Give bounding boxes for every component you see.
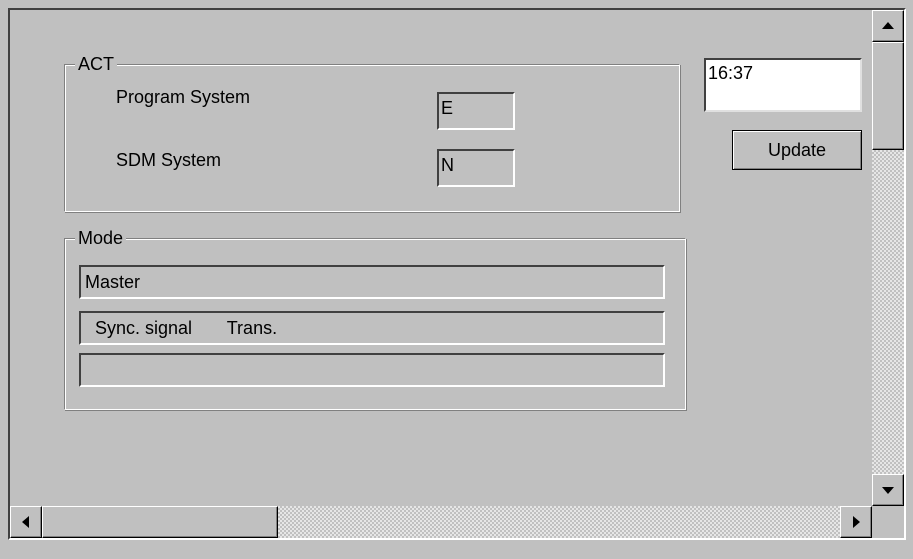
vertical-scrollbar[interactable] (872, 10, 904, 506)
arrow-right-icon (853, 516, 860, 528)
mode-group-legend: Mode (75, 227, 127, 249)
scrollbar-corner (872, 506, 904, 538)
program-system-value: E (437, 92, 515, 130)
mode-groupbox: Mode Master Sync. signal Trans. (64, 227, 686, 410)
scroll-down-button[interactable] (872, 474, 904, 506)
scroll-right-button[interactable] (840, 506, 872, 538)
program-system-label: Program System (116, 87, 251, 107)
scroll-up-button[interactable] (872, 10, 904, 42)
mode-sync-signal-field: Sync. signal Trans. (79, 311, 665, 345)
update-button[interactable]: Update (732, 130, 862, 170)
scroll-left-button[interactable] (10, 506, 42, 538)
horizontal-scroll-thumb[interactable] (42, 506, 278, 538)
time-input[interactable]: 16:37 (704, 58, 862, 112)
panel-content: ACT Program System E SDM System N Mode M… (10, 10, 872, 506)
mode-empty-field (79, 353, 665, 387)
act-groupbox: ACT Program System E SDM System N (64, 53, 680, 212)
arrow-left-icon (22, 516, 29, 528)
mode-master-field: Master (79, 265, 665, 299)
sdm-system-label: SDM System (116, 150, 222, 170)
vertical-scroll-thumb[interactable] (872, 42, 904, 150)
horizontal-scrollbar[interactable] (10, 506, 872, 538)
panel-frame: ACT Program System E SDM System N Mode M… (8, 8, 906, 540)
sdm-system-value: N (437, 149, 515, 187)
arrow-up-icon (882, 22, 894, 29)
arrow-down-icon (882, 487, 894, 494)
act-group-legend: ACT (75, 53, 117, 75)
